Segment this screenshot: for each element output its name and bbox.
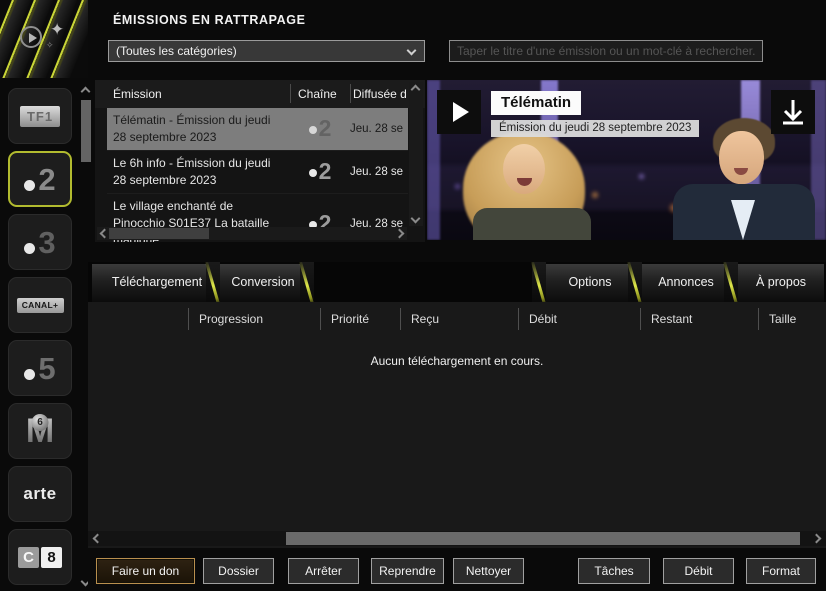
category-dropdown[interactable]: (Toutes les catégories)	[108, 40, 425, 62]
tab-options[interactable]: Options	[546, 264, 634, 302]
france2-logo: 2	[38, 164, 55, 195]
category-dropdown-value: (Toutes les catégories)	[116, 44, 237, 58]
search-input[interactable]	[449, 40, 763, 62]
channel-button-arte[interactable]: arte	[8, 466, 72, 522]
channel-button-c8[interactable]: C 8	[8, 529, 72, 585]
taches-button[interactable]: Tâches	[578, 558, 650, 584]
scroll-down-icon[interactable]	[411, 214, 421, 224]
emission-row-6hinfo[interactable]: Le 6h info - Émission du jeudi 28 septem…	[107, 150, 408, 193]
reprendre-button[interactable]: Reprendre	[371, 558, 444, 584]
emission-row-telematin[interactable]: Télématin - Émission du jeudi 28 septemb…	[107, 108, 408, 150]
france2-mini-logo: 2	[290, 114, 350, 144]
tab-separator-slash	[724, 262, 738, 302]
downloads-panel: Progression Priorité Reçu Débit Restant …	[88, 302, 826, 548]
france-dot-icon	[24, 243, 35, 254]
play-circle-icon	[20, 26, 42, 48]
actions-bar: Faire un don Dossier Arrêter Reprendre N…	[88, 552, 826, 591]
app-window: ✦ ✧ ÉMISSIONS EN RATTRAPAGE (Toutes les …	[0, 0, 826, 591]
download-icon	[771, 90, 815, 134]
column-restant[interactable]: Restant	[640, 308, 758, 330]
channel-button-canalplus[interactable]: CANAL+	[8, 277, 72, 333]
preview-title: Télématin	[491, 91, 581, 115]
france5-logo: 5	[38, 353, 55, 384]
nettoyer-button[interactable]: Nettoyer	[453, 558, 524, 584]
scroll-right-icon[interactable]	[812, 534, 822, 544]
france-dot-icon	[24, 180, 35, 191]
scroll-left-icon[interactable]	[93, 534, 103, 544]
scroll-up-icon[interactable]	[411, 85, 421, 95]
france3-logo: 3	[38, 227, 55, 258]
column-divider	[350, 84, 351, 103]
download-button[interactable]	[771, 90, 815, 134]
tab-separator-slash	[300, 262, 314, 302]
column-divider	[290, 84, 291, 103]
tab-separator-slash	[532, 262, 546, 302]
arte-logo: arte	[23, 484, 56, 504]
video-preview[interactable]: Télématin Émission du jeudi 28 septembre…	[427, 80, 826, 240]
emission-list-horizontal-scrollbar[interactable]	[97, 227, 407, 240]
play-button[interactable]	[437, 90, 481, 134]
france-dot-icon	[24, 369, 35, 380]
donate-button[interactable]: Faire un don	[96, 558, 195, 584]
column-recu[interactable]: Reçu	[400, 308, 518, 330]
preview-subtitle: Émission du jeudi 28 septembre 2023	[491, 120, 699, 137]
tab-a-propos[interactable]: À propos	[738, 264, 824, 302]
arreter-button[interactable]: Arrêter	[288, 558, 359, 584]
scrollbar-thumb[interactable]	[286, 532, 800, 545]
sparkle-icon: ✧	[46, 40, 54, 51]
tab-conversion[interactable]: Conversion	[220, 264, 306, 302]
column-progression[interactable]: Progression	[188, 308, 320, 330]
column-diffusee[interactable]: Diffusée d	[353, 87, 407, 101]
tf1-logo: TF1	[20, 106, 60, 127]
chevron-down-icon	[407, 46, 417, 56]
tab-annonces[interactable]: Annonces	[642, 264, 730, 302]
page-title: ÉMISSIONS EN RATTRAPAGE	[113, 13, 306, 27]
emission-list: Émission Chaîne Diffusée d Télématin - É…	[95, 80, 425, 242]
channel-button-france2[interactable]: 2	[8, 151, 72, 207]
empty-downloads-message: Aucun téléchargement en cours.	[88, 354, 826, 368]
column-spacer	[88, 302, 188, 336]
channel-button-france3[interactable]: 3	[8, 214, 72, 270]
scroll-right-icon[interactable]	[395, 229, 405, 239]
dossier-button[interactable]: Dossier	[203, 558, 274, 584]
column-priorite[interactable]: Priorité	[320, 308, 400, 330]
star-icon: ✦	[50, 20, 64, 40]
channel-button-m6[interactable]: M 6	[8, 403, 72, 459]
channel-button-tf1[interactable]: TF1	[8, 88, 72, 144]
downloads-table-header: Progression Priorité Reçu Débit Restant …	[88, 302, 826, 336]
scrollbar-thumb[interactable]	[109, 228, 209, 239]
emission-list-header: Émission Chaîne Diffusée d	[95, 80, 425, 108]
debit-button[interactable]: Débit	[663, 558, 734, 584]
column-taille[interactable]: Taille	[758, 308, 826, 330]
downloads-horizontal-scrollbar[interactable]	[88, 531, 826, 546]
scroll-left-icon[interactable]	[100, 229, 110, 239]
app-logo: ✦ ✧	[0, 0, 88, 78]
tab-separator-slash	[628, 262, 642, 302]
scroll-up-icon[interactable]	[81, 87, 91, 97]
channel-sidebar: TF1 2 3 CANAL+ 5 M 6 arte C	[8, 88, 72, 591]
channel-button-france5[interactable]: 5	[8, 340, 72, 396]
c8-logo: C 8	[18, 547, 62, 568]
column-debit[interactable]: Débit	[518, 308, 640, 330]
tab-bar: Téléchargement Conversion Options Annonc…	[88, 262, 826, 302]
france2-mini-logo: 2	[290, 157, 350, 187]
format-button[interactable]: Format	[746, 558, 816, 584]
tab-telechargement[interactable]: Téléchargement	[92, 264, 222, 302]
column-emission[interactable]: Émission	[113, 87, 162, 101]
m6-logo: M 6	[20, 411, 60, 451]
sidebar-scrollbar-thumb[interactable]	[81, 100, 91, 162]
canalplus-logo: CANAL+	[17, 298, 64, 313]
emission-list-vertical-scrollbar[interactable]	[409, 82, 423, 226]
column-chaine[interactable]: Chaîne	[298, 87, 337, 101]
person-silhouette-left	[455, 132, 605, 240]
tab-separator-slash	[206, 262, 220, 302]
